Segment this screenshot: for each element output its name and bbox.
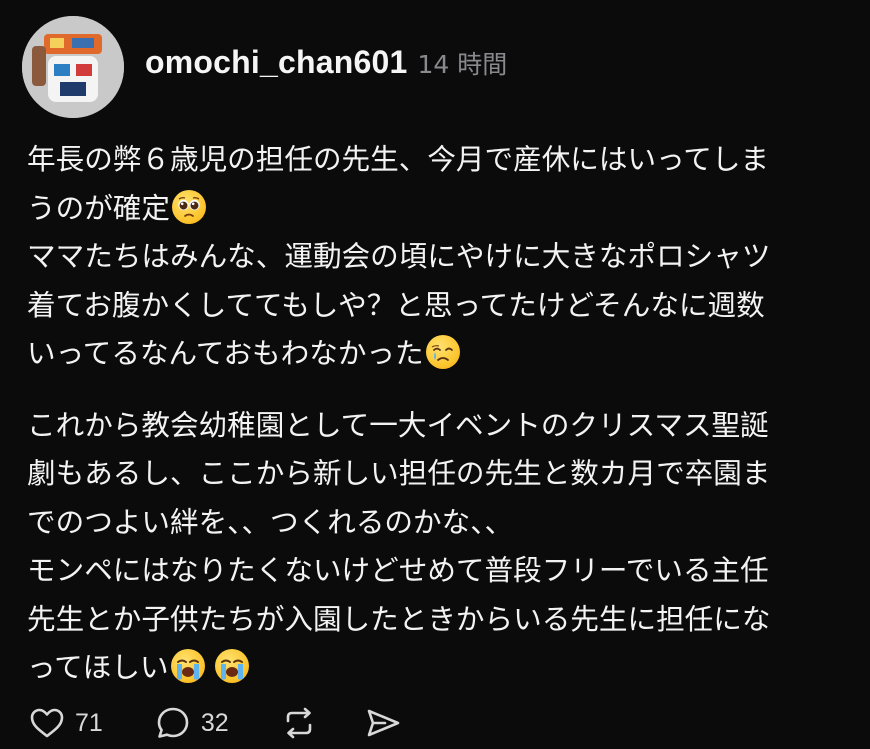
reply-count: 32 bbox=[200, 708, 229, 737]
loudly-crying-face-icon bbox=[214, 649, 249, 683]
post-text-line: モンペにはなりたくないけどせめて普段フリーでいる主任 bbox=[27, 553, 769, 587]
post-text-line-with-emoji: いってるなんておもわなかった bbox=[27, 329, 857, 378]
post-text-line: これから教会幼稚園として一大イベントのクリスマス聖誕 bbox=[27, 407, 769, 442]
avatar[interactable] bbox=[22, 16, 124, 118]
post-text-line: ってほしい bbox=[27, 650, 169, 684]
loudly-crying-face-icon bbox=[170, 649, 205, 683]
post-body: 年長の弊６歳児の担任の先生、今月で産休にはいってしま うのが確定 ママたちはみん… bbox=[27, 135, 857, 692]
post-actions: 71 32 bbox=[27, 703, 403, 743]
post-text-line: ママたちはみんな、運動会の頃にやけに大きなポロシャツ bbox=[27, 239, 771, 273]
post-timestamp: 14 時間 bbox=[417, 50, 508, 79]
post-text-line: 劇もあるし、ここから新しい担任の先生と数カ月で卒園ま bbox=[27, 456, 771, 490]
like-button[interactable]: 71 bbox=[27, 703, 103, 743]
repost-icon bbox=[286, 707, 311, 739]
post-header: omochi_chan601 14 時間 bbox=[145, 44, 507, 81]
post-text-line: でのつよい絆を、、つくれるのかな、、 bbox=[27, 504, 514, 539]
reply-button[interactable]: 32 bbox=[153, 703, 229, 743]
face-holding-back-tears-icon bbox=[425, 335, 460, 369]
post-text-line-with-emoji: うのが確定 bbox=[27, 184, 857, 233]
repost-button[interactable] bbox=[279, 703, 319, 743]
post-text-line: 先生とか子供たちが入園したときからいる先生に担任にな bbox=[27, 601, 771, 636]
post-text-line-with-emoji: ってほしい bbox=[27, 643, 857, 692]
post-text-line: 年長の弊６歳児の担任の先生、今月で産休にはいってしま bbox=[27, 142, 770, 176]
send-icon bbox=[367, 709, 399, 737]
comment-icon bbox=[157, 707, 189, 738]
share-button[interactable] bbox=[363, 703, 403, 743]
post-text-line: うのが確定 bbox=[27, 190, 170, 225]
avatar-image bbox=[22, 16, 124, 118]
heart-icon bbox=[30, 708, 64, 738]
post-text-line: いってるなんておもわなかった bbox=[27, 336, 424, 370]
like-count: 71 bbox=[75, 708, 103, 737]
pleading-face-icon bbox=[171, 189, 206, 224]
post-text-line: 着てお腹かくしててもしや？と思ってたけどそんなに週数 bbox=[27, 287, 765, 322]
username[interactable]: omochi_chan601 bbox=[145, 44, 407, 81]
